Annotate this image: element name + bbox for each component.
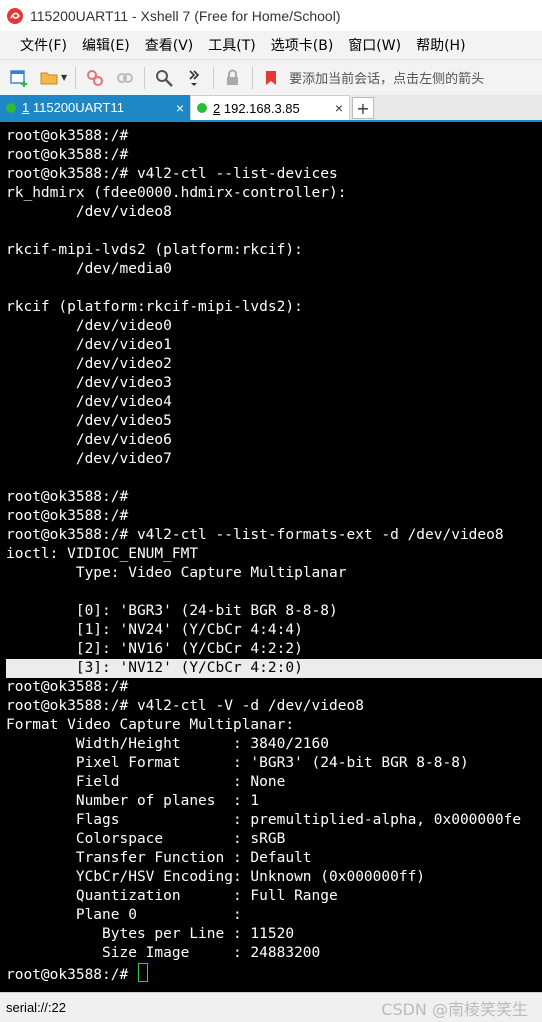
more-icon[interactable]: [183, 67, 205, 89]
terminal-line: /dev/video1: [6, 337, 172, 353]
toolbar-separator: [213, 66, 215, 89]
tab-bar: 1 115200UART11 × 2 192.168.3.85 × +: [0, 95, 542, 122]
terminal-line: /dev/media0: [6, 261, 172, 277]
toolbar-separator: [252, 66, 254, 89]
terminal-line: root@ok3588:/# v4l2-ctl --list-formats-e…: [6, 527, 504, 543]
terminal-line: /dev/video3: [6, 375, 172, 391]
tab-session-2[interactable]: 2 192.168.3.85 ×: [190, 95, 350, 120]
terminal-line: root@ok3588:/#: [6, 147, 129, 163]
terminal-line: [1]: 'NV24' (Y/CbCr 4:4:4): [6, 622, 303, 638]
terminal-line: Number of planes : 1: [6, 793, 260, 809]
find-icon[interactable]: [153, 67, 175, 89]
terminal-line: root@ok3588:/#: [6, 489, 129, 505]
toolbar-separator: [75, 66, 77, 89]
add-session-hint: 要添加当前会话，点击左侧的箭头: [289, 72, 485, 87]
menu-bar: 文件(F) 编辑(E) 查看(V) 工具(T) 选项卡(B) 窗口(W) 帮助(…: [0, 31, 542, 59]
terminal-line: Pixel Format : 'BGR3' (24-bit BGR 8-8-8): [6, 755, 469, 771]
terminal-line: /dev/video6: [6, 432, 172, 448]
terminal-line: root@ok3588:/#: [6, 508, 129, 524]
terminal-line: Flags : premultiplied-alpha, 0x000000fe: [6, 812, 522, 828]
terminal-line: root@ok3588:/# v4l2-ctl -V -d /dev/video…: [6, 698, 364, 714]
terminal-line: [3]: 'NV12' (Y/CbCr 4:2:0): [6, 660, 303, 676]
tab-label: 2 192.168.3.85: [213, 100, 300, 116]
terminal-output[interactable]: root@ok3588:/# root@ok3588:/# root@ok3588:…: [0, 122, 542, 992]
terminal-line: root@ok3588:/#: [6, 128, 129, 144]
watermark: CSDN @南棱笑笑生: [381, 999, 528, 1019]
terminal-line: root@ok3588:/#: [6, 679, 129, 695]
menu-window[interactable]: 窗口(W): [348, 35, 401, 55]
terminal-line: /dev/video0: [6, 318, 172, 334]
menu-tools[interactable]: 工具(T): [208, 35, 255, 55]
terminal-line: /dev/video4: [6, 394, 172, 410]
window-title: 115200UART11 - Xshell 7 (Free for Home/S…: [30, 7, 341, 24]
terminal-line: rk_hdmirx (fdee0000.hdmirx-controller):: [6, 185, 347, 201]
terminal-line: Width/Height : 3840/2160: [6, 736, 330, 752]
lock-icon[interactable]: [222, 67, 244, 89]
terminal-line: ioctl: VIDIOC_ENUM_FMT: [6, 546, 199, 562]
session-bookmark-icon[interactable]: [261, 67, 283, 89]
new-session-icon[interactable]: [8, 67, 30, 89]
open-dropdown-icon[interactable]: ▼: [61, 73, 67, 82]
terminal-line: /dev/video2: [6, 356, 172, 372]
menu-view[interactable]: 查看(V): [145, 35, 194, 55]
toolbar: ▼ 要添加当前会话，点击左侧的箭头: [0, 59, 542, 95]
status-bar: serial://:22 CSDN @南棱笑笑生: [0, 992, 542, 1022]
terminal-cursor: [137, 963, 148, 982]
terminal-line: /dev/video7: [6, 451, 172, 467]
terminal-line: /dev/video8: [6, 204, 172, 220]
terminal-line: Bytes per Line : 11520: [6, 926, 295, 942]
terminal-line: Quantization : Full Range: [6, 888, 338, 904]
close-tab-icon[interactable]: ×: [176, 100, 184, 116]
terminal-line: Field : None: [6, 774, 286, 790]
terminal-line: /dev/video5: [6, 413, 172, 429]
toolbar-separator: [144, 66, 146, 89]
connected-status-icon: [6, 102, 16, 113]
tab-session-1[interactable]: 1 115200UART11 ×: [0, 95, 190, 120]
menu-tabs[interactable]: 选项卡(B): [271, 35, 334, 55]
menu-file[interactable]: 文件(F): [20, 35, 67, 55]
terminal-line: Type: Video Capture Multiplanar: [6, 565, 347, 581]
title-bar: 115200UART11 - Xshell 7 (Free for Home/S…: [0, 0, 542, 31]
terminal-line: YCbCr/HSV Encoding: Unknown (0x000000ff): [6, 869, 426, 885]
terminal-line: [2]: 'NV16' (Y/CbCr 4:2:2): [6, 641, 303, 657]
terminal-line: Size Image : 24883200: [6, 945, 321, 961]
connection-address: serial://:22: [6, 1000, 66, 1015]
terminal-line: [0]: 'BGR3' (24-bit BGR 8-8-8): [6, 603, 338, 619]
terminal-line: Plane 0 :: [6, 907, 242, 923]
reconnect-icon[interactable]: [114, 67, 136, 89]
prompt-text: root@ok3588:/#: [6, 967, 137, 983]
terminal-line: root@ok3588:/# v4l2-ctl --list-devices: [6, 166, 338, 182]
close-tab-icon[interactable]: ×: [335, 100, 343, 116]
terminal-line: rkcif (platform:rkcif-mipi-lvds2):: [6, 299, 303, 315]
terminal-line: Transfer Function : Default: [6, 850, 312, 866]
terminal-line: Colorspace : sRGB: [6, 831, 286, 847]
menu-help[interactable]: 帮助(H): [416, 35, 465, 55]
open-folder-icon[interactable]: [38, 67, 60, 89]
add-tab-button[interactable]: +: [352, 97, 374, 119]
disconnect-icon[interactable]: [84, 67, 106, 89]
terminal-line: Format Video Capture Multiplanar:: [6, 717, 295, 733]
xshell-app-icon[interactable]: [6, 7, 24, 25]
terminal-prompt-line[interactable]: root@ok3588:/#: [6, 963, 148, 983]
menu-edit[interactable]: 编辑(E): [82, 35, 130, 55]
tab-label: 1 115200UART11: [22, 100, 124, 115]
connected-status-icon: [197, 103, 207, 113]
terminal-line: rkcif-mipi-lvds2 (platform:rkcif):: [6, 242, 303, 258]
